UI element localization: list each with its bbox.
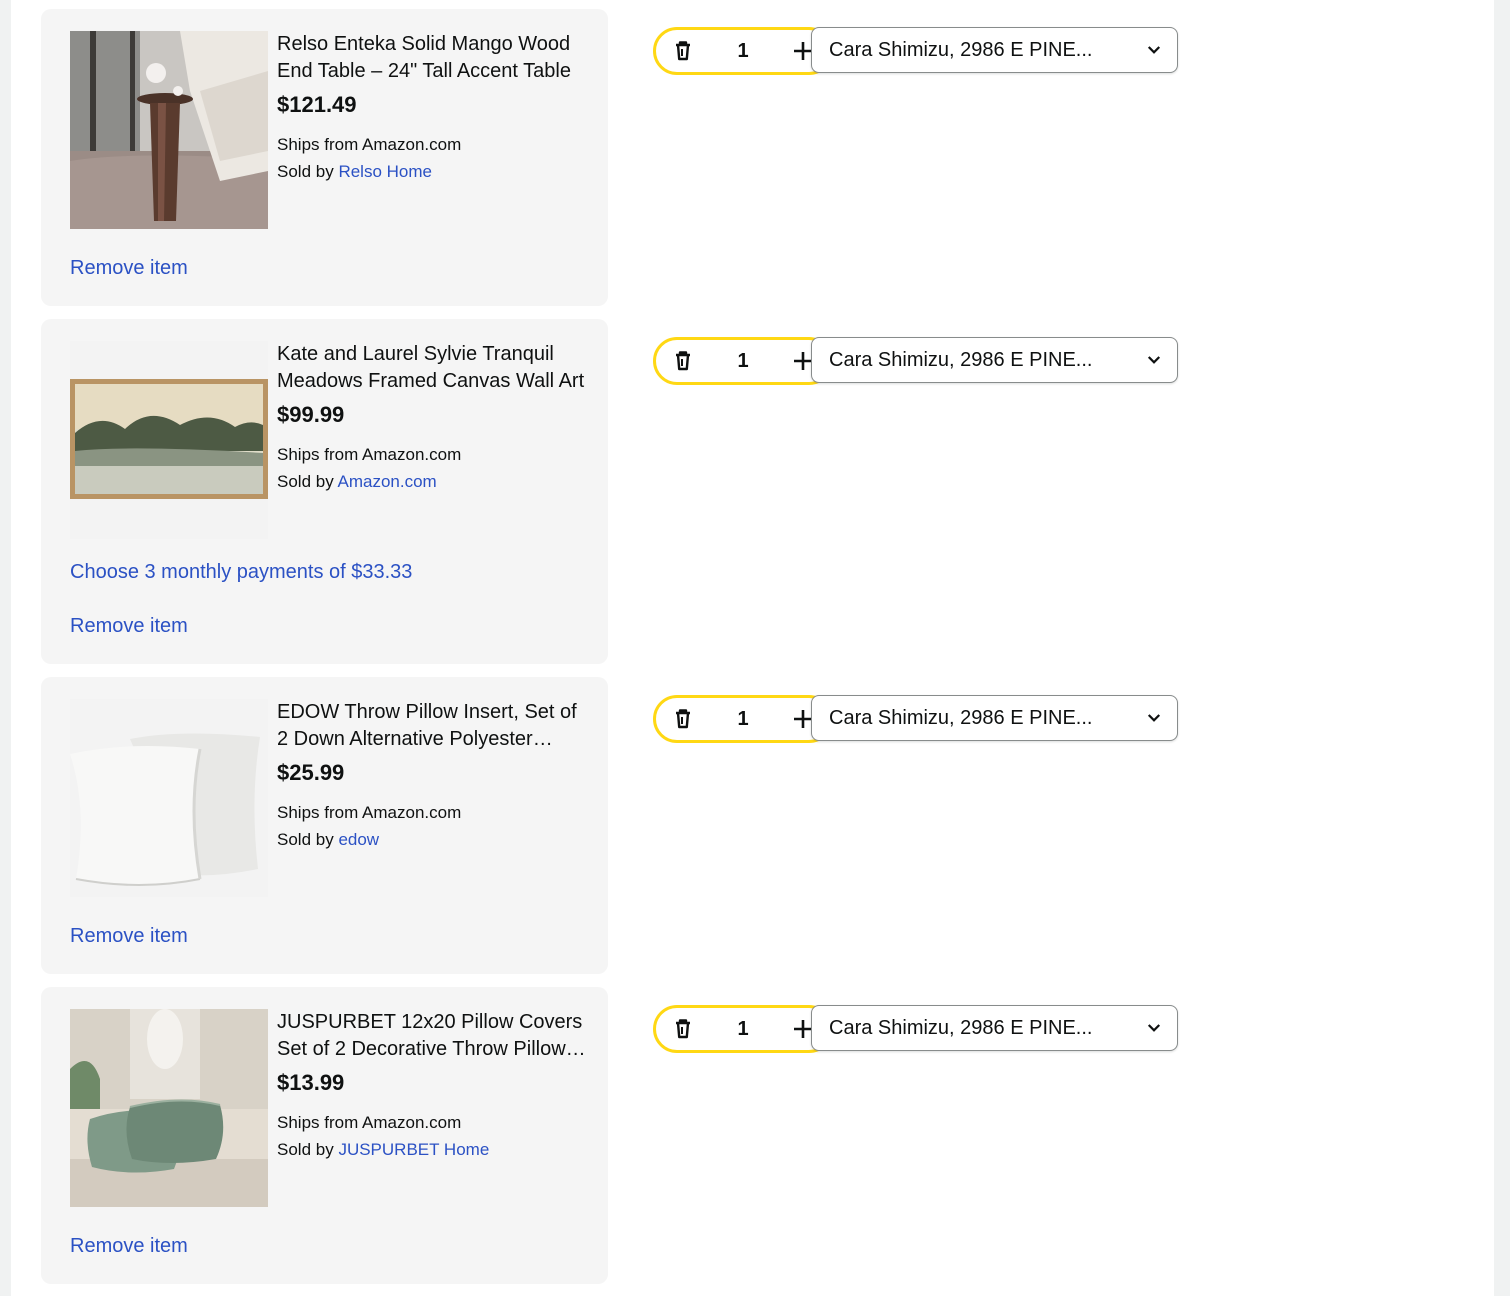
quantity-value: 1 [737,349,749,372]
quantity-stepper: 1 [653,1005,833,1053]
sold-by-label: Sold by [277,162,339,181]
ship-to-dropdown[interactable]: Cara Shimizu, 2986 E PINE... [811,695,1178,741]
cart-page: Relso Enteka Solid Mango Wood End Table … [11,0,1494,1296]
product-info: Kate and Laurel Sylvie Tranquil Meadows … [277,341,587,495]
ship-to-dropdown[interactable]: Cara Shimizu, 2986 E PINE... [811,1005,1178,1051]
remove-item-link[interactable]: Remove item [70,924,188,948]
trash-icon [676,41,690,61]
product-title[interactable]: Relso Enteka Solid Mango Wood End Table … [277,31,587,85]
product-price: $121.49 [277,92,357,117]
product-info: JUSPURBET 12x20 Pillow Covers Set of 2 D… [277,1009,587,1163]
sold-by-label: Sold by [277,472,338,491]
remove-item-link[interactable]: Remove item [70,256,188,280]
trash-icon [676,709,690,729]
seller-link[interactable]: Relso Home [338,162,432,181]
product-info: EDOW Throw Pillow Insert, Set of 2 Down … [277,699,587,853]
product-title[interactable]: JUSPURBET 12x20 Pillow Covers Set of 2 D… [277,1009,587,1063]
ship-to-address: Cara Shimizu, 2986 E PINE... [829,38,1093,61]
sold-by-label: Sold by [277,1140,339,1159]
item-card: EDOW Throw Pillow Insert, Set of 2 Down … [41,677,608,974]
chevron-down-icon [1147,1024,1161,1032]
item-card: Relso Enteka Solid Mango Wood End Table … [41,9,608,306]
ships-from: Ships from Amazon.com [277,445,462,464]
quantity-value: 1 [737,1017,749,1040]
ship-to-address: Cara Shimizu, 2986 E PINE... [829,706,1093,729]
ships-from: Ships from Amazon.com [277,803,462,822]
ship-to-dropdown[interactable]: Cara Shimizu, 2986 E PINE... [811,337,1178,383]
pillow-covers-photo [70,1009,268,1207]
product-image[interactable] [70,341,268,539]
ship-to-address: Cara Shimizu, 2986 E PINE... [829,1016,1093,1039]
seller-link[interactable]: Amazon.com [338,472,437,491]
trash-icon [676,351,690,371]
ship-to-dropdown[interactable]: Cara Shimizu, 2986 E PINE... [811,27,1178,73]
product-info: Relso Enteka Solid Mango Wood End Table … [277,31,587,185]
product-price: $13.99 [277,1070,345,1095]
remove-item-link[interactable]: Remove item [70,1234,188,1258]
product-title[interactable]: EDOW Throw Pillow Insert, Set of 2 Down … [277,699,587,753]
chevron-down-icon [1147,714,1161,722]
pillow-insert-photo [70,699,268,897]
quantity-stepper: 1 [653,27,833,75]
chevron-down-icon [1147,46,1161,54]
sold-by: Sold by edow [277,826,587,853]
product-price: $25.99 [277,760,345,785]
end-table-photo [70,31,268,229]
item-card: JUSPURBET 12x20 Pillow Covers Set of 2 D… [41,987,608,1284]
quantity-value: 1 [737,39,749,62]
sold-by: Sold by Amazon.com [277,468,587,495]
quantity-stepper: 1 [653,337,833,385]
sold-by: Sold by Relso Home [277,158,587,185]
chevron-down-icon [1147,356,1161,364]
delete-button[interactable] [668,36,698,66]
framed-canvas-photo [70,341,268,539]
delete-button[interactable] [668,346,698,376]
item-card: Kate and Laurel Sylvie Tranquil Meadows … [41,319,608,664]
monthly-payments-link[interactable]: Choose 3 monthly payments of $33.33 [70,560,412,584]
product-price: $99.99 [277,402,345,427]
trash-icon [676,1019,690,1039]
sold-by-label: Sold by [277,830,339,849]
product-image[interactable] [70,699,268,897]
seller-link[interactable]: JUSPURBET Home [338,1140,489,1159]
ship-to-address: Cara Shimizu, 2986 E PINE... [829,348,1093,371]
delete-button[interactable] [668,1014,698,1044]
quantity-value: 1 [737,707,749,730]
seller-link[interactable]: edow [338,830,379,849]
product-image[interactable] [70,31,268,229]
quantity-stepper: 1 [653,695,833,743]
delete-button[interactable] [668,704,698,734]
sold-by: Sold by JUSPURBET Home [277,1136,587,1163]
remove-item-link[interactable]: Remove item [70,614,188,638]
ships-from: Ships from Amazon.com [277,1113,462,1132]
product-image[interactable] [70,1009,268,1207]
ships-from: Ships from Amazon.com [277,135,462,154]
product-title[interactable]: Kate and Laurel Sylvie Tranquil Meadows … [277,341,587,395]
